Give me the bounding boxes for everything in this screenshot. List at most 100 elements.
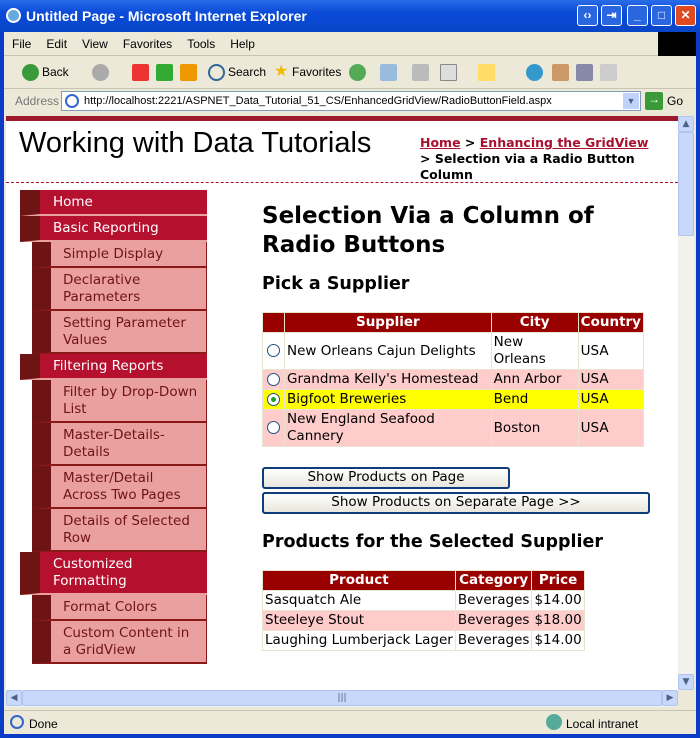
supplier-radio[interactable] [267, 372, 280, 386]
suppliers-grid: Supplier City Country New Orleans Cajun … [262, 312, 645, 447]
sidebar-item-filtering-reports[interactable]: Filtering Reports [20, 354, 207, 380]
addon-icon[interactable] [600, 64, 617, 81]
sidebar-item-master-details-details[interactable]: Master-Details-Details [32, 423, 207, 466]
sidebar-item-home[interactable]: Home [20, 190, 207, 216]
supplier-cell: Bigfoot Breweries [284, 389, 492, 410]
price-cell: $18.00 [531, 610, 585, 631]
page-icon [10, 715, 24, 729]
city-cell: Bend [490, 389, 579, 410]
menu-file[interactable]: File [4, 32, 38, 51]
supplier-radio[interactable] [267, 421, 280, 434]
product-cell: Steeleye Stout [262, 610, 456, 631]
intranet-icon [546, 714, 562, 730]
divider [6, 182, 678, 183]
pick-supplier-heading: Pick a Supplier [262, 274, 410, 294]
sidebar-item-format-colors[interactable]: Format Colors [32, 595, 207, 621]
breadcrumb-home[interactable]: Home [420, 135, 461, 150]
extra-button[interactable]: ‹› [577, 5, 598, 26]
breadcrumb-current: > Selection via a Radio Button Column [420, 151, 635, 182]
status-text: Done [29, 717, 58, 731]
ie-icon [6, 8, 21, 23]
col-country: Country [577, 312, 645, 333]
horizontal-scrollbar[interactable]: ◀ ||| ▶ [6, 690, 678, 707]
sidebar-item-simple-display[interactable]: Simple Display [32, 242, 207, 268]
maximize-button[interactable]: □ [651, 5, 672, 26]
history-icon[interactable] [349, 64, 366, 81]
category-cell: Beverages [454, 610, 533, 631]
table-row: New Orleans Cajun Delights New Orleans U… [262, 332, 645, 370]
supplier-radio[interactable] [267, 344, 280, 357]
menu-favorites[interactable]: Favorites [115, 32, 179, 51]
sidebar-item-customized-formatting[interactable]: Customized Formatting [20, 552, 207, 595]
hscroll-thumb[interactable]: ||| [22, 690, 662, 706]
menu-view[interactable]: View [74, 32, 115, 51]
address-bar: Address http://localhost:2221/ASPNET_Dat… [4, 89, 696, 113]
address-input[interactable]: http://localhost:2221/ASPNET_Data_Tutori… [61, 91, 641, 111]
page-icon [65, 94, 79, 108]
supplier-cell: New England Seafood Cannery [284, 409, 492, 447]
price-cell: $14.00 [531, 590, 585, 611]
country-cell: USA [577, 332, 645, 370]
search-button[interactable]: Search [228, 65, 266, 79]
messenger-icon[interactable] [526, 64, 543, 81]
show-products-on-page-button[interactable]: Show Products on Page [262, 467, 510, 489]
scroll-left-icon[interactable]: ◀ [6, 690, 22, 706]
scroll-up-icon[interactable]: ▲ [678, 116, 694, 132]
close-button[interactable]: ✕ [675, 5, 696, 26]
edit-word-icon[interactable] [440, 64, 457, 81]
main: Selection Via a Column of Radio Buttons … [262, 202, 662, 651]
table-row: New England Seafood Cannery Boston USA [262, 409, 645, 447]
menu-help[interactable]: Help [222, 32, 262, 51]
scroll-right-icon[interactable]: ▶ [662, 690, 678, 706]
favorites-star-icon[interactable]: ★ [274, 61, 291, 80]
chevron-down-icon[interactable]: ▼ [623, 93, 639, 109]
mail-icon[interactable] [380, 64, 397, 81]
extra-button-2[interactable]: ⇥ [601, 5, 622, 26]
url-text: http://localhost:2221/ASPNET_Data_Tutori… [84, 95, 552, 107]
scroll-down-icon[interactable]: ▼ [678, 674, 694, 690]
sidebar-item-master-detail-across-two-pages[interactable]: Master/Detail Across Two Pages [32, 466, 207, 509]
tool-icon[interactable] [552, 64, 569, 81]
site-title: Working with Data Tutorials [19, 127, 372, 159]
search-icon[interactable] [208, 64, 225, 81]
city-cell: Boston [490, 409, 579, 447]
research-icon[interactable] [576, 64, 593, 81]
sidebar-item-basic-reporting[interactable]: Basic Reporting [20, 216, 207, 242]
menu-tools[interactable]: Tools [179, 32, 222, 51]
sidebar-item-declarative-parameters[interactable]: Declarative Parameters [32, 268, 207, 311]
vertical-scrollbar[interactable]: ▲ ▼ [678, 116, 694, 690]
go-arrow-icon[interactable]: → [645, 92, 663, 110]
home-icon[interactable] [180, 64, 197, 81]
favorites-button[interactable]: Favorites [292, 65, 341, 79]
country-cell: USA [577, 389, 645, 410]
price-cell: $14.00 [531, 630, 585, 651]
category-cell: Beverages [454, 590, 533, 611]
back-button[interactable]: Back [42, 65, 69, 79]
show-products-separate-page-button[interactable]: Show Products on Separate Page >> [262, 492, 650, 514]
supplier-radio[interactable] [267, 392, 280, 406]
product-cell: Laughing Lumberjack Lager [262, 630, 456, 651]
sidebar-item-custom-content-in-a-gridview[interactable]: Custom Content in a GridView [32, 621, 207, 664]
col-supplier: Supplier [284, 312, 492, 333]
city-cell: New Orleans [490, 332, 579, 370]
minimize-button[interactable]: _ [627, 5, 648, 26]
col-price: Price [531, 570, 585, 591]
table-row: Laughing Lumberjack Lager Beverages $14.00 [262, 630, 585, 651]
sidebar-item-details-of-selected-row[interactable]: Details of Selected Row [32, 509, 207, 552]
menu-edit[interactable]: Edit [38, 32, 74, 51]
discuss-icon[interactable] [478, 64, 495, 81]
sidebar-item-setting-parameter-values[interactable]: Setting Parameter Values [32, 311, 207, 354]
breadcrumb-parent[interactable]: Enhancing the GridView [480, 135, 649, 150]
supplier-cell: Grandma Kelly's Homestead [284, 369, 492, 390]
col-select [262, 312, 285, 333]
sidebar-item-filter-by-drop-down-list[interactable]: Filter by Drop-Down List [32, 380, 207, 423]
go-button[interactable]: Go [667, 94, 683, 108]
forward-icon[interactable] [92, 64, 109, 81]
stop-icon[interactable] [132, 64, 149, 81]
refresh-icon[interactable] [156, 64, 173, 81]
scroll-thumb[interactable] [678, 132, 694, 236]
status-bar: Done Local intranet [4, 710, 696, 734]
col-category: Category [454, 570, 533, 591]
back-icon[interactable] [22, 64, 39, 81]
print-icon[interactable] [412, 64, 429, 81]
